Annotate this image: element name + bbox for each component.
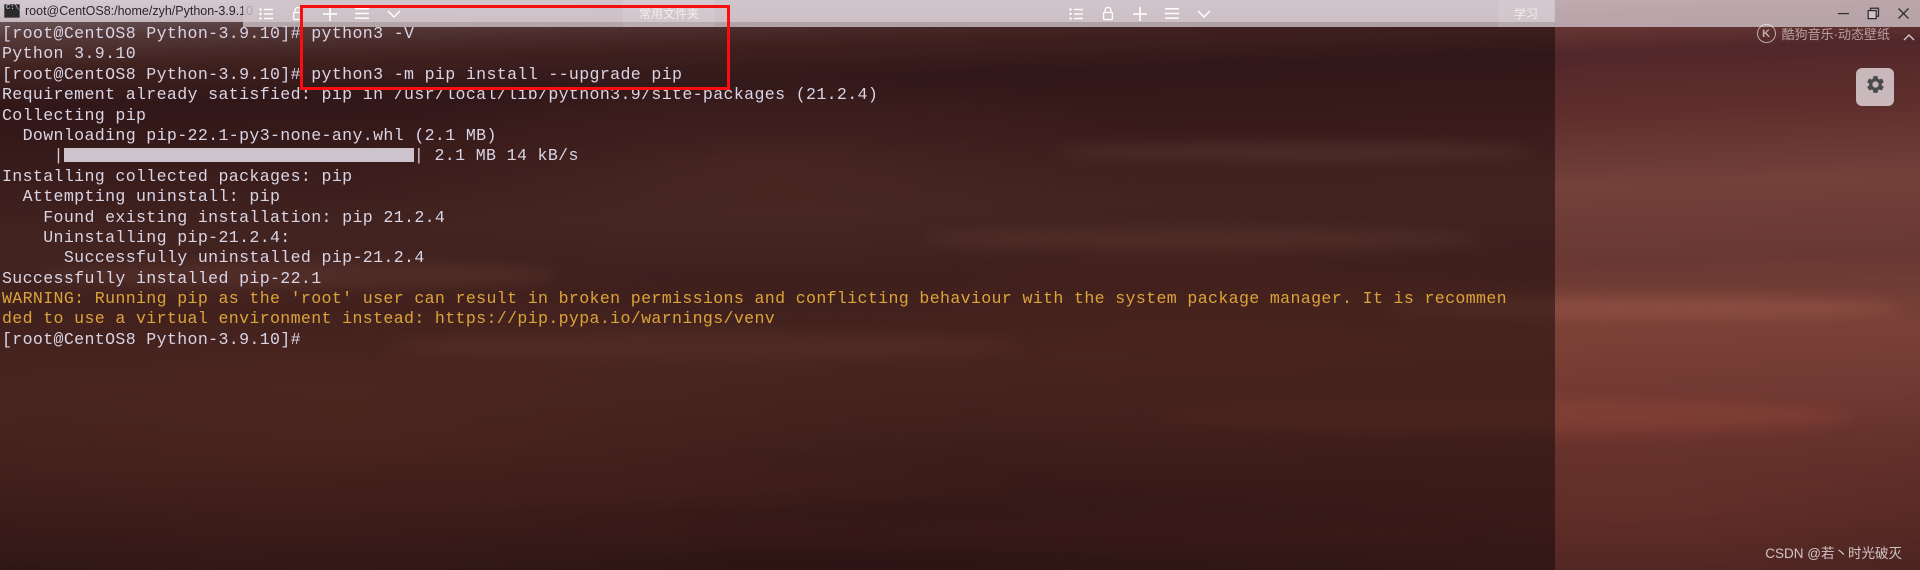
window-title: root@CentOS8:/home/zyh/Python-3.9.10 [25,4,254,18]
terminal-output-area[interactable]: [root@CentOS8 Python-3.9.10]# python3 -V… [0,22,1555,570]
terminal-lines: [root@CentOS8 Python-3.9.10]# python3 -V… [2,24,1555,350]
window-controls [1828,3,1918,25]
kugou-watermark: K 酷狗音乐·动态壁纸 [1756,24,1890,43]
terminal-line: Uninstalling pip-21.2.4: [2,227,291,247]
terminal-line: Downloading pip-22.1-py3-none-any.whl (2… [2,125,497,145]
terminal-line: Found existing installation: pip 21.2.4 [2,207,446,227]
maximize-button[interactable] [1858,3,1888,25]
progress-indent [2,146,54,165]
gear-icon [1865,74,1886,100]
minimize-button[interactable] [1828,3,1858,25]
kugou-logo-icon: K [1756,24,1776,43]
terminal-window: root@CentOS8:/home/zyh/Python-3.9.10 [ro… [0,0,1555,570]
terminal-line: Installing collected packages: pip [2,166,353,186]
terminal-title-bar[interactable]: root@CentOS8:/home/zyh/Python-3.9.10 [0,0,1555,22]
terminal-line: Attempting uninstall: pip [2,187,281,207]
terminal-line: Collecting pip [2,105,147,125]
terminal-line: Successfully uninstalled pip-21.2.4 [2,248,425,268]
csdn-watermark: CSDN @若丶时光破灭 [1765,546,1902,561]
kugou-watermark-text: 酷狗音乐·动态壁纸 [1781,27,1890,42]
terminal-line: [root@CentOS8 Python-3.9.10]# [2,329,301,349]
settings-gear-button[interactable] [1856,68,1894,106]
progress-bar-close: | [413,146,425,166]
terminal-line: Python 3.9.10 [2,44,137,64]
progress-bar-status: 2.1 MB 14 kB/s [424,146,579,166]
terminal-line: | | 2.1 MB 14 kB/s [2,146,1555,166]
terminal-line: WARNING: Running pip as the 'root' user … [2,289,1507,309]
terminal-line: [root@CentOS8 Python-3.9.10]# python3 -V [2,24,415,43]
close-button[interactable] [1888,3,1918,25]
terminal-line: [root@CentOS8 Python-3.9.10]# python3 -m… [2,64,683,84]
terminal-line: Requirement already satisfied: pip in /u… [2,85,879,105]
progress-bar-fill [63,148,414,163]
terminal-icon [4,4,23,18]
terminal-line: Successfully installed pip-22.1 [2,268,322,288]
progress-bar-open: | [53,146,64,166]
scroll-up-icon[interactable] [1902,30,1916,44]
terminal-line: ded to use a virtual environment instead… [2,309,776,329]
